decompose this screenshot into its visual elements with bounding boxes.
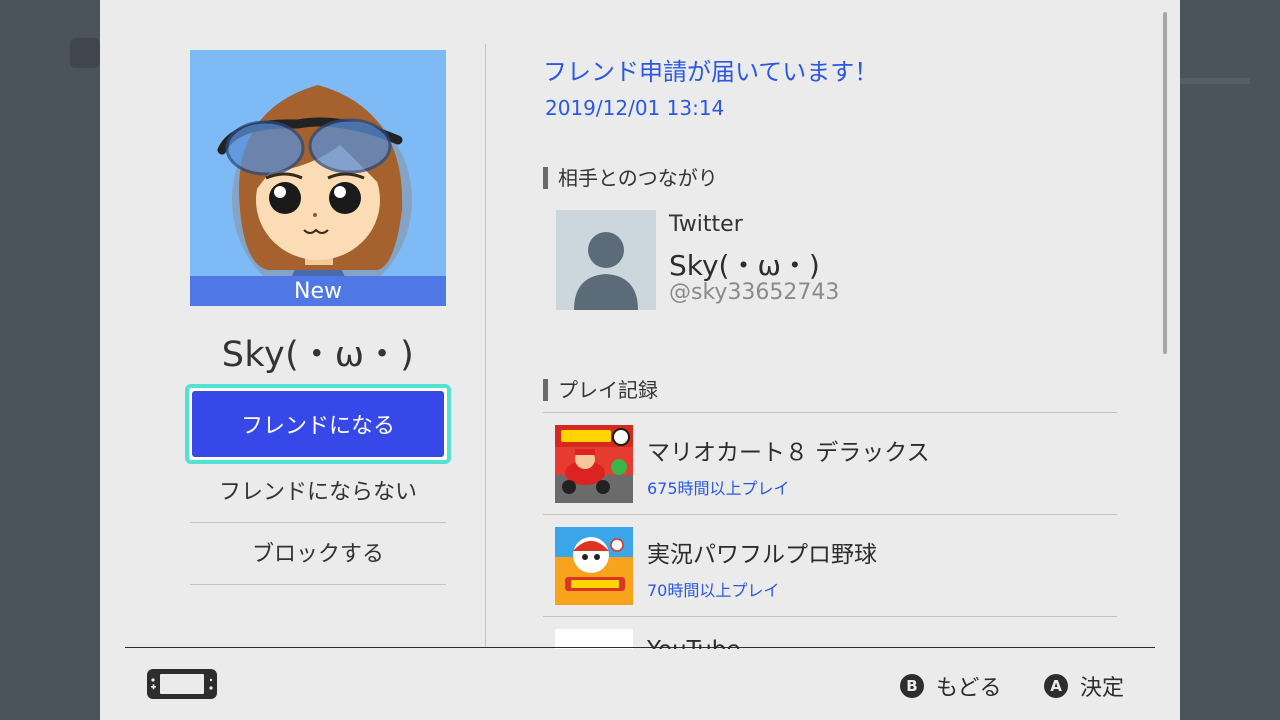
become-friend-label: フレンドになる — [192, 391, 444, 457]
request-timestamp: 2019/12/01 13:14 — [545, 96, 725, 120]
friend-request-panel: New Sky(・ω・) フレンドになる フレンドにならない ブロックする フレ… — [100, 0, 1180, 720]
confirm-label: 決定 — [1080, 676, 1125, 701]
connection-handle: @sky33652743 — [669, 280, 840, 305]
new-badge: New — [190, 276, 446, 306]
connection-service: Twitter — [669, 212, 743, 237]
connection-heading: 相手とのつながり — [543, 167, 718, 189]
back-label: もどる — [936, 676, 1002, 701]
mii-avatar-illustration — [190, 50, 446, 306]
confirm-action[interactable]: A 決定 — [1044, 670, 1124, 702]
youtube-thumbnail — [555, 629, 633, 649]
game-row-youtube[interactable]: YouTube — [543, 617, 1117, 649]
footer-divider — [125, 647, 1155, 648]
backdrop-right — [1180, 0, 1280, 720]
backdrop-shape — [70, 38, 100, 68]
game-play-hours: 675時間以上プレイ — [647, 479, 790, 498]
game-title: マリオカート８ デラックス — [647, 440, 930, 466]
back-action[interactable]: B もどる — [900, 670, 1002, 702]
backdrop-left — [0, 0, 100, 720]
decline-friend-button[interactable]: フレンドにならない — [190, 462, 446, 523]
play-record-list[interactable]: マリオカート８ デラックス 675時間以上プレイ 実況パワフルプロ野球 70時間… — [543, 412, 1117, 649]
mario-kart-thumbnail — [555, 425, 633, 503]
pawapuro-thumbnail — [555, 527, 633, 605]
request-title: フレンド申請が届いています！ — [543, 58, 879, 86]
handheld-console-icon — [147, 669, 217, 703]
game-row-mario-kart[interactable]: マリオカート８ デラックス 675時間以上プレイ — [543, 413, 1117, 515]
game-play-hours: 70時間以上プレイ — [647, 581, 780, 600]
scrollbar[interactable] — [1163, 12, 1167, 354]
a-button-icon: A — [1044, 674, 1068, 698]
block-button[interactable]: ブロックする — [190, 524, 446, 585]
profile-name: Sky(・ω・) — [221, 335, 415, 375]
mii-avatar: New — [190, 50, 446, 306]
backdrop-line — [1180, 78, 1250, 84]
twitter-default-avatar-icon — [556, 210, 656, 310]
b-button-icon: B — [900, 674, 924, 698]
game-title: 実況パワフルプロ野球 — [647, 542, 877, 568]
connection-display-name: Sky(・ω・) — [669, 249, 820, 282]
become-friend-button[interactable]: フレンドになる — [185, 384, 451, 464]
game-row-pawapuro[interactable]: 実況パワフルプロ野球 70時間以上プレイ — [543, 515, 1117, 617]
play-record-heading: プレイ記録 — [543, 379, 658, 401]
column-divider — [485, 44, 486, 648]
